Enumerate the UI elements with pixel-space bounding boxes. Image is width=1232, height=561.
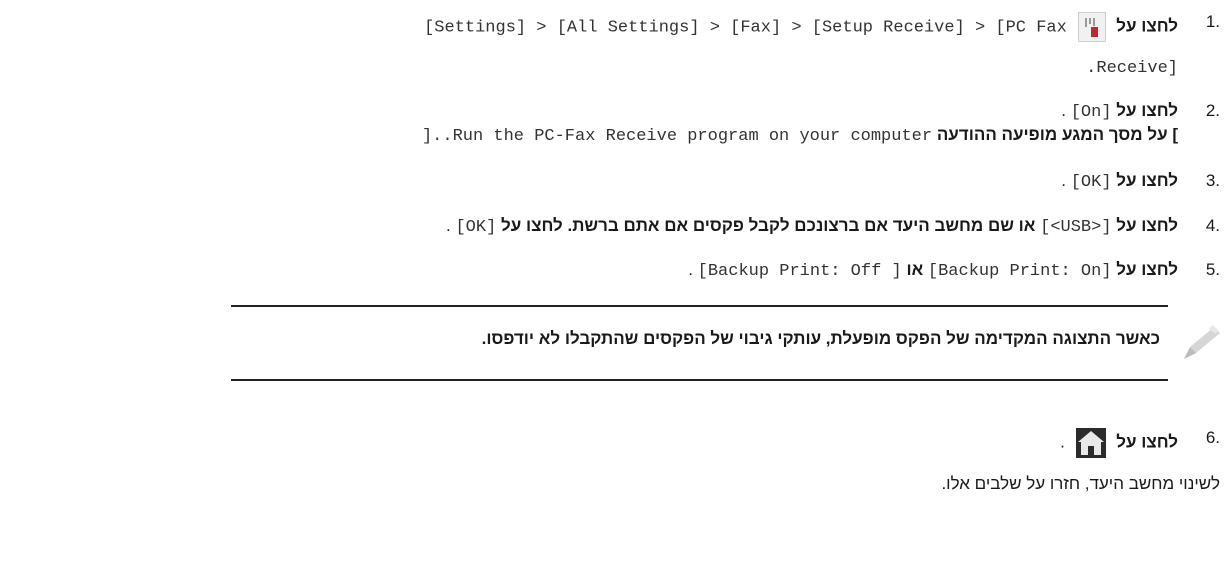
step-6-suffix: . [1060, 432, 1065, 452]
step-number-1: 1. [1205, 12, 1220, 31]
or-word: או [906, 260, 924, 279]
step-3-suffix: . [1061, 171, 1066, 190]
step-2: . [On] לחצו על [1061, 101, 1178, 122]
step-2-message: ]..Run the PC-Fax Receive program on you… [422, 125, 1178, 146]
step-4-suffix: . [446, 216, 451, 235]
home-icon[interactable] [1075, 428, 1106, 458]
step-5: . [Backup Print: Off ] או [Backup Print:… [688, 260, 1178, 281]
on-option[interactable]: [On] [1071, 103, 1112, 122]
step-5-suffix: . [688, 260, 693, 279]
note-box: כאשר התצוגה המקדימה של הפקס מופעלת, עותק… [231, 305, 1168, 381]
message-english: .Run the PC-Fax Receive program on your … [442, 127, 933, 146]
step-number-3: 3. [1205, 171, 1220, 190]
step-4: . [OK] או שם מחשב היעד אם ברצונכם לקבל פ… [446, 216, 1178, 237]
step-number-5: 5. [1205, 260, 1220, 279]
step-number-4: 4. [1205, 216, 1220, 235]
settings-path: [Settings] > [All Settings] > [Fax] > [S… [424, 18, 1067, 38]
backup-print-off-option[interactable]: [Backup Print: Off ] [698, 262, 902, 281]
ok-option[interactable]: [OK] [1071, 173, 1112, 192]
step-1: [Settings] > [All Settings] > [Fax] > [S… [424, 12, 1178, 42]
backup-print-on-option[interactable]: [Backup Print: On] [928, 262, 1112, 281]
step-1-action: לחצו על [1116, 16, 1178, 36]
usb-option[interactable]: [<USB>] [1040, 218, 1111, 237]
step-3: . [OK] לחצו על [1061, 171, 1178, 192]
message-suffix: ]. [421, 127, 443, 146]
settings-icon[interactable] [1077, 12, 1106, 42]
step-2-suffix: . [1061, 101, 1066, 120]
step-number-6: 6. [1205, 428, 1220, 447]
step-1-continuation: .Receive] [1086, 57, 1178, 78]
footer-text: לשינוי מחשב היעד, חזרו על שלבים אלו. [941, 474, 1220, 493]
ok-option-2[interactable]: [OK] [455, 218, 496, 237]
step-6-action: לחצו על [1116, 432, 1178, 452]
message-hebrew: על מסך המגע מופיעה ההודעה [ [936, 125, 1178, 144]
step-3-action: לחצו על [1116, 171, 1178, 190]
note-text: כאשר התצוגה המקדימה של הפקס מופעלת, עותק… [481, 329, 1160, 348]
step-5-action: לחצו על [1116, 260, 1178, 279]
step-4-middle: או שם מחשב היעד אם ברצונכם לקבל פקסים אם… [501, 216, 1036, 235]
step-6: . לחצו על [1060, 428, 1178, 458]
pencil-icon [1184, 324, 1220, 359]
step-2-action: לחצו על [1116, 101, 1178, 120]
step-number-2: 2. [1205, 101, 1220, 120]
settings-path-end: .Receive] [1086, 59, 1178, 78]
step-4-action: לחצו על [1116, 216, 1178, 235]
